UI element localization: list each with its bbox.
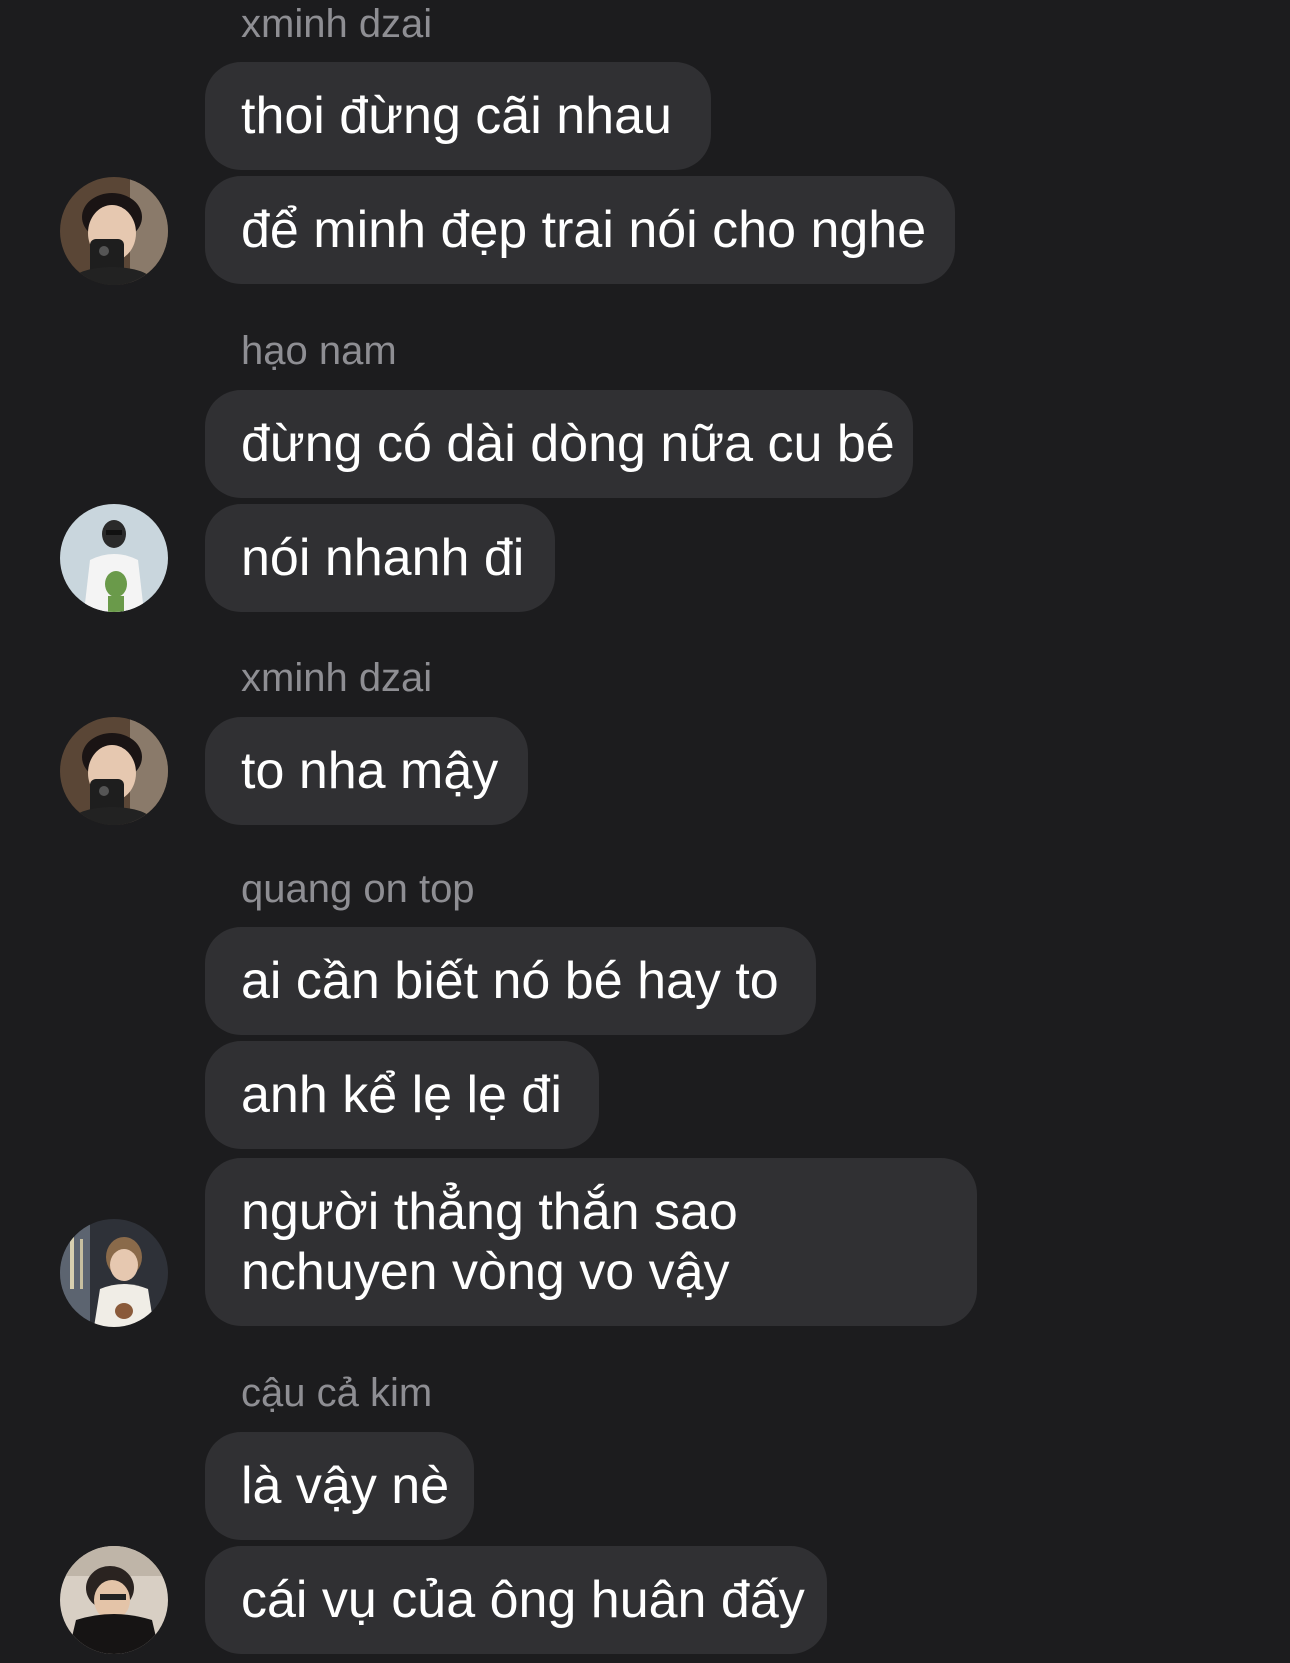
- message-bubble[interactable]: người thẳng thắn sao nchuyen vòng vo vậy: [205, 1158, 977, 1326]
- avatar[interactable]: [60, 504, 168, 612]
- sender-name: cậu cả kim: [241, 1371, 433, 1415]
- message-bubble[interactable]: cái vụ của ông huân đấy: [205, 1546, 827, 1654]
- quang-avatar-icon: [60, 1219, 168, 1327]
- message-bubble[interactable]: đừng có dài dòng nữa cu bé: [205, 390, 913, 498]
- sender-name: quang on top: [241, 867, 475, 911]
- message-bubble[interactable]: là vậy nè: [205, 1432, 474, 1540]
- message-bubble[interactable]: nói nhanh đi: [205, 504, 555, 612]
- message-bubble[interactable]: ai cần biết nó bé hay to: [205, 927, 816, 1035]
- avatar[interactable]: [60, 717, 168, 825]
- avatar[interactable]: [60, 1546, 168, 1654]
- kim-avatar-icon: [60, 1546, 168, 1654]
- sender-name: xminh dzai: [241, 2, 433, 46]
- sender-name: hạo nam: [241, 329, 397, 373]
- avatar[interactable]: [60, 1219, 168, 1327]
- xminh-avatar-icon: [60, 717, 168, 825]
- message-bubble[interactable]: to nha mậy: [205, 717, 528, 825]
- hao-nam-avatar-icon: [60, 504, 168, 612]
- message-bubble[interactable]: thoi đừng cãi nhau: [205, 62, 711, 170]
- message-bubble[interactable]: để minh đẹp trai nói cho nghe: [205, 176, 955, 284]
- xminh-avatar-icon: [60, 177, 168, 285]
- sender-name: xminh dzai: [241, 656, 433, 700]
- chat-thread: xminh dzai thoi đừng cãi nhau để minh đẹ…: [0, 0, 1290, 1663]
- message-bubble[interactable]: anh kể lẹ lẹ đi: [205, 1041, 599, 1149]
- avatar[interactable]: [60, 177, 168, 285]
